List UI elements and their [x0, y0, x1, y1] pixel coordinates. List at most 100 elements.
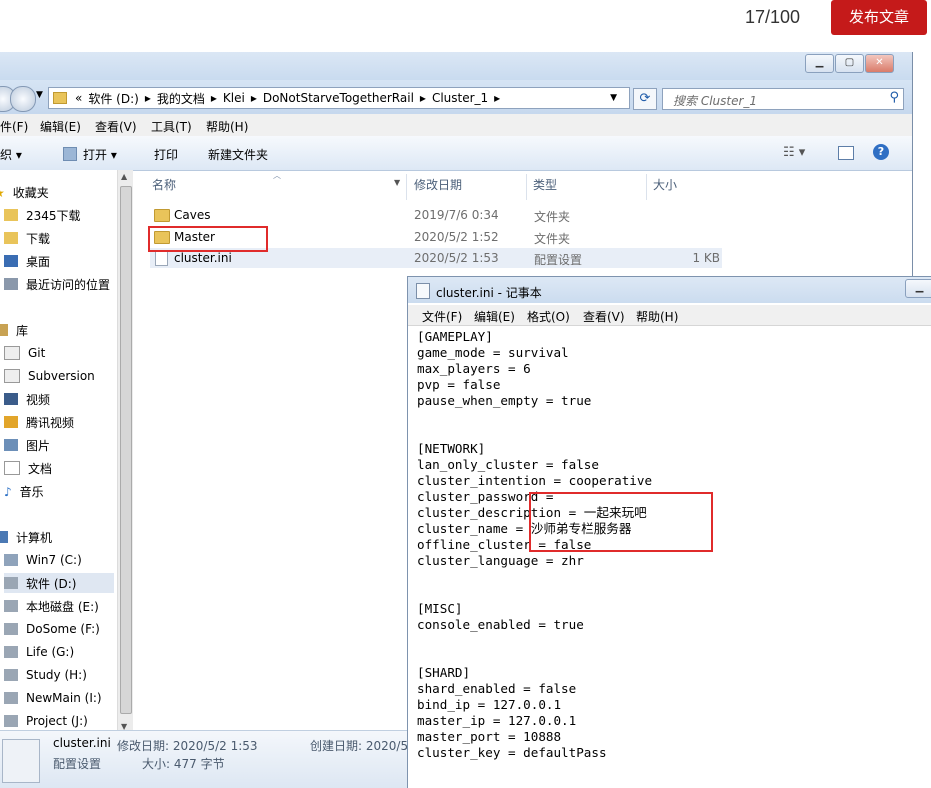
column-name[interactable]: 名称: [152, 176, 176, 198]
nav-item-videos[interactable]: 视频: [4, 389, 50, 409]
view-options-icon[interactable]: ☷ ▾: [783, 145, 805, 160]
open-button[interactable]: 打开 ▾: [83, 146, 117, 163]
nav-libraries[interactable]: 库: [0, 320, 28, 340]
nav-drive-c[interactable]: Win7 (C:): [4, 550, 82, 570]
column-type[interactable]: 类型: [533, 176, 557, 198]
file-row-caves[interactable]: Caves 2019/7/6 0:34 文件夹: [150, 205, 722, 225]
nav-item-downloads[interactable]: 下载: [4, 228, 50, 248]
notepad-icon: [416, 283, 430, 299]
file-list: 名称 ︿ ▼ 修改日期 类型 大小 Caves 2019/7/6 0:34 文件…: [136, 170, 912, 280]
column-size[interactable]: 大小: [653, 176, 677, 198]
nav-item-git[interactable]: Git: [4, 343, 45, 363]
details-modified: 修改日期: 2020/5/2 1:53: [117, 739, 258, 753]
nav-drive-g[interactable]: Life (G:): [4, 642, 74, 662]
nav-drive-d[interactable]: 软件 (D:): [4, 573, 114, 593]
text-line: game_mode = survival: [417, 345, 569, 360]
nav-item-documents[interactable]: 文档: [4, 458, 52, 478]
details-size: 大小: 477 字节: [142, 757, 225, 771]
menu-tools[interactable]: 工具(T): [151, 118, 192, 135]
title-counter: 17/100: [745, 7, 801, 27]
refresh-icon[interactable]: ⟳: [633, 88, 657, 110]
menu-file[interactable]: 件(F): [0, 118, 28, 135]
text-line: bind_ip = 127.0.0.1: [417, 697, 562, 712]
menu-view[interactable]: 查看(V): [95, 118, 137, 135]
address-dropdown-icon[interactable]: ▼: [610, 93, 617, 103]
nav-item-recent[interactable]: 最近访问的位置: [4, 274, 110, 294]
notepad-menubar: 文件(F) 编辑(E) 格式(O) 查看(V) 帮助(H): [408, 305, 931, 326]
web-header: 17/100 发布文章: [0, 0, 931, 40]
menu-help[interactable]: 帮助(H): [206, 118, 248, 135]
publish-button[interactable]: 发布文章: [831, 0, 927, 35]
notepad-minimize-button[interactable]: ▁: [905, 279, 931, 298]
nav-item-desktop[interactable]: 桌面: [4, 251, 50, 271]
np-menu-help[interactable]: 帮助(H): [636, 308, 678, 325]
navigation-pane: ★收藏夹 2345下载 下载 桌面 最近访问的位置 库 Git Subversi…: [0, 170, 117, 730]
text-line: [417, 649, 652, 665]
nav-item-2345[interactable]: 2345下载: [4, 205, 81, 225]
nav-item-tencent-video[interactable]: 腾讯视频: [4, 412, 74, 432]
search-input[interactable]: 搜索 Cluster_1 ⚲: [662, 88, 904, 110]
breadcrumb-cluster[interactable]: Cluster_1: [432, 91, 488, 105]
text-line: pause_when_empty = true: [417, 393, 592, 408]
text-line: max_players = 6: [417, 361, 531, 376]
text-line: master_port = 10888: [417, 729, 562, 744]
details-pane: cluster.ini 修改日期: 2020/5/2 1:53 创建日期: 20…: [0, 730, 420, 788]
notepad-window: cluster.ini - 记事本 ▁ 文件(F) 编辑(E) 格式(O) 查看…: [407, 276, 931, 788]
address-bar-row: ▼ « 软件 (D:) ▸ 我的文档 ▸ Klei ▸ DoNotStarveToge…: [0, 80, 912, 114]
help-icon[interactable]: ?: [873, 144, 889, 160]
notepad-title: cluster.ini - 记事本: [436, 286, 542, 300]
nav-item-subversion[interactable]: Subversion: [4, 366, 95, 386]
nav-drive-j[interactable]: Project (J:): [4, 711, 88, 731]
nav-scrollbar[interactable]: ▲ ▼: [117, 170, 133, 735]
minimize-button[interactable]: ▁: [805, 54, 834, 73]
address-box[interactable]: « 软件 (D:) ▸ 我的文档 ▸ Klei ▸ DoNotStarveTogeth…: [48, 87, 630, 109]
nav-drive-h[interactable]: Study (H:): [4, 665, 87, 685]
column-dropdown-icon[interactable]: ▼: [394, 178, 400, 187]
organize-button[interactable]: 组织 ▾: [0, 146, 22, 163]
highlight-box: [148, 226, 268, 252]
chevron-down-icon[interactable]: ▼: [36, 90, 43, 100]
breadcrumb-back[interactable]: «: [75, 91, 82, 105]
column-date[interactable]: 修改日期: [414, 176, 462, 198]
text-line: shard_enabled = false: [417, 681, 577, 696]
folder-icon: [154, 209, 170, 222]
text-line: [417, 425, 652, 441]
np-menu-file[interactable]: 文件(F): [422, 308, 462, 325]
scroll-thumb[interactable]: [120, 186, 132, 714]
details-filename: cluster.ini: [53, 736, 111, 750]
search-icon[interactable]: ⚲: [889, 90, 899, 105]
nav-computer[interactable]: 计算机: [0, 527, 52, 547]
details-type: 配置设置: [53, 757, 102, 771]
maximize-button[interactable]: ▢: [835, 54, 864, 73]
np-menu-format[interactable]: 格式(O): [527, 308, 570, 325]
close-button[interactable]: ✕: [865, 54, 894, 73]
text-line: [417, 633, 652, 649]
nav-item-music[interactable]: ♪ 音乐: [4, 481, 44, 501]
nav-drive-i[interactable]: NewMain (I:): [4, 688, 102, 708]
details-created: 创建日期: 2020/5: [310, 739, 409, 753]
forward-button[interactable]: [10, 86, 36, 112]
scroll-up-icon[interactable]: ▲: [121, 172, 127, 181]
np-menu-edit[interactable]: 编辑(E): [474, 308, 515, 325]
breadcrumb-drive[interactable]: 软件 (D:): [88, 90, 138, 107]
breadcrumb-klei[interactable]: Klei: [223, 91, 245, 105]
text-line: [SHARD]: [417, 665, 471, 680]
preview-pane-icon[interactable]: [838, 146, 854, 160]
text-line: master_ip = 127.0.0.1: [417, 713, 577, 728]
open-icon: [63, 147, 77, 161]
config-file-icon: [155, 250, 168, 266]
nav-drive-f[interactable]: DoSome (F:): [4, 619, 100, 639]
menu-edit[interactable]: 编辑(E): [40, 118, 81, 135]
print-button[interactable]: 打印: [154, 146, 178, 163]
breadcrumb-docs[interactable]: 我的文档: [157, 90, 205, 107]
nav-drive-e[interactable]: 本地磁盘 (E:): [4, 596, 99, 616]
text-line: cluster_language = zhr: [417, 553, 584, 568]
np-menu-view[interactable]: 查看(V): [583, 308, 625, 325]
sort-ascending-icon: ︿: [273, 171, 281, 180]
text-line: cluster_intention = cooperative: [417, 473, 653, 488]
nav-item-pictures[interactable]: 图片: [4, 435, 50, 455]
explorer-menubar: 件(F) 编辑(E) 查看(V) 工具(T) 帮助(H): [0, 114, 912, 136]
new-folder-button[interactable]: 新建文件夹: [208, 146, 268, 163]
nav-favorites[interactable]: ★收藏夹: [0, 182, 49, 202]
breadcrumb-dst[interactable]: DoNotStarveTogetherRail: [263, 91, 414, 105]
